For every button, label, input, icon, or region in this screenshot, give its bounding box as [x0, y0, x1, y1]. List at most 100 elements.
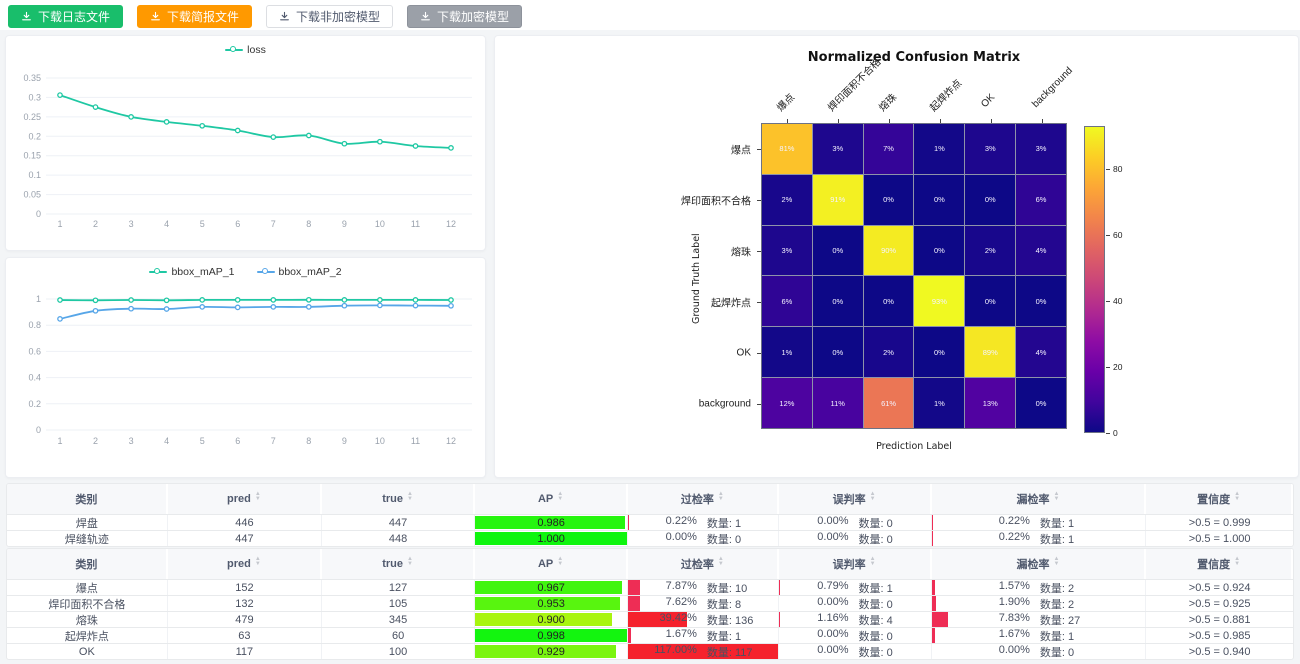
data-point[interactable] — [449, 304, 453, 308]
sort-caret-icon[interactable]: ▲▼ — [407, 494, 413, 504]
data-point[interactable] — [307, 133, 311, 137]
column-header-pred[interactable]: pred▲▼ — [168, 484, 322, 514]
data-point[interactable] — [58, 298, 62, 302]
sort-caret-icon[interactable]: ▲▼ — [557, 494, 563, 504]
column-header-pred[interactable]: pred▲▼ — [168, 549, 322, 579]
column-header-confidence[interactable]: 置信度▲▼ — [1146, 484, 1293, 514]
matrix-cell[interactable]: 81% — [762, 124, 812, 174]
matrix-cell[interactable]: 2% — [864, 327, 914, 377]
matrix-cell[interactable]: 0% — [914, 175, 964, 225]
column-header-overdetect[interactable]: 过检率▲▼ — [628, 484, 778, 514]
matrix-cell[interactable]: 6% — [1016, 175, 1066, 225]
sort-caret-icon[interactable]: ▲▼ — [407, 559, 413, 569]
matrix-cell[interactable]: 7% — [864, 124, 914, 174]
matrix-cell[interactable]: 3% — [965, 124, 1015, 174]
matrix-cell[interactable]: 0% — [914, 226, 964, 276]
sort-caret-icon[interactable]: ▲▼ — [718, 559, 724, 569]
matrix-cell[interactable]: 13% — [965, 378, 1015, 428]
column-header-overdetect[interactable]: 过检率▲▼ — [628, 549, 778, 579]
matrix-cell[interactable]: 4% — [1016, 226, 1066, 276]
matrix-cell[interactable]: 1% — [914, 124, 964, 174]
column-header-true[interactable]: true▲▼ — [322, 549, 475, 579]
data-point[interactable] — [449, 298, 453, 302]
sort-caret-icon[interactable]: ▲▼ — [1234, 559, 1240, 569]
matrix-cell[interactable]: 0% — [813, 226, 863, 276]
map-chart[interactable]: 00.20.40.60.81123456789101112 — [6, 258, 487, 480]
matrix-cell[interactable]: 0% — [813, 276, 863, 326]
matrix-cell[interactable]: 3% — [1016, 124, 1066, 174]
data-point[interactable] — [449, 146, 453, 150]
data-point[interactable] — [200, 124, 204, 128]
data-point[interactable] — [307, 298, 311, 302]
matrix-cell[interactable]: 2% — [762, 175, 812, 225]
sort-caret-icon[interactable]: ▲▼ — [1234, 494, 1240, 504]
column-header-ap[interactable]: AP▲▼ — [475, 549, 628, 579]
data-point[interactable] — [413, 303, 417, 307]
data-point[interactable] — [200, 305, 204, 309]
data-point[interactable] — [413, 144, 417, 148]
data-point[interactable] — [378, 140, 382, 144]
matrix-cell[interactable]: 0% — [864, 276, 914, 326]
matrix-cell[interactable]: 0% — [864, 175, 914, 225]
matrix-cell[interactable]: 89% — [965, 327, 1015, 377]
data-point[interactable] — [271, 298, 275, 302]
column-header-ap[interactable]: AP▲▼ — [475, 484, 628, 514]
data-point[interactable] — [58, 317, 62, 321]
matrix-cell[interactable]: 12% — [762, 378, 812, 428]
data-point[interactable] — [342, 304, 346, 308]
column-header-confidence[interactable]: 置信度▲▼ — [1146, 549, 1293, 579]
matrix-cell[interactable]: 0% — [965, 175, 1015, 225]
matrix-cell[interactable]: 3% — [762, 226, 812, 276]
data-point[interactable] — [236, 128, 240, 132]
sort-caret-icon[interactable]: ▲▼ — [255, 494, 261, 504]
sort-caret-icon[interactable]: ▲▼ — [1054, 559, 1060, 569]
data-point[interactable] — [164, 120, 168, 124]
matrix-cell[interactable]: 3% — [813, 124, 863, 174]
column-header-true[interactable]: true▲▼ — [322, 484, 475, 514]
sort-caret-icon[interactable]: ▲▼ — [718, 494, 724, 504]
data-point[interactable] — [200, 298, 204, 302]
data-point[interactable] — [342, 298, 346, 302]
sort-caret-icon[interactable]: ▲▼ — [870, 559, 876, 569]
matrix-cell[interactable]: 0% — [914, 327, 964, 377]
matrix-cell[interactable]: 11% — [813, 378, 863, 428]
matrix-cell[interactable]: 0% — [1016, 276, 1066, 326]
matrix-cell[interactable]: 61% — [864, 378, 914, 428]
matrix-cell[interactable]: 1% — [914, 378, 964, 428]
data-point[interactable] — [307, 305, 311, 309]
data-point[interactable] — [129, 298, 133, 302]
data-point[interactable] — [236, 298, 240, 302]
data-point[interactable] — [413, 298, 417, 302]
column-header-miss[interactable]: 漏检率▲▼ — [932, 484, 1147, 514]
data-point[interactable] — [93, 105, 97, 109]
column-header-miss[interactable]: 漏检率▲▼ — [932, 549, 1147, 579]
column-header-misjudge[interactable]: 误判率▲▼ — [779, 484, 932, 514]
sort-caret-icon[interactable]: ▲▼ — [255, 559, 261, 569]
matrix-cell[interactable]: 0% — [813, 327, 863, 377]
data-point[interactable] — [164, 298, 168, 302]
data-point[interactable] — [93, 309, 97, 313]
data-point[interactable] — [236, 305, 240, 309]
sort-caret-icon[interactable]: ▲▼ — [870, 494, 876, 504]
loss-chart[interactable]: 00.050.10.150.20.250.30.3512345678910111… — [6, 36, 487, 252]
matrix-cell[interactable]: 6% — [762, 276, 812, 326]
data-point[interactable] — [164, 307, 168, 311]
matrix-cell[interactable]: 4% — [1016, 327, 1066, 377]
data-point[interactable] — [378, 303, 382, 307]
data-point[interactable] — [271, 305, 275, 309]
download-button-4[interactable]: 下载加密模型 — [407, 5, 522, 28]
download-button-3[interactable]: 下载非加密模型 — [266, 5, 393, 28]
download-button-2[interactable]: 下载简报文件 — [137, 5, 252, 28]
sort-caret-icon[interactable]: ▲▼ — [1054, 494, 1060, 504]
data-point[interactable] — [58, 93, 62, 97]
download-button-1[interactable]: 下载日志文件 — [8, 5, 123, 28]
matrix-cell[interactable]: 2% — [965, 226, 1015, 276]
data-point[interactable] — [129, 115, 133, 119]
sort-caret-icon[interactable]: ▲▼ — [557, 559, 563, 569]
data-point[interactable] — [271, 135, 275, 139]
matrix-cell[interactable]: 93% — [914, 276, 964, 326]
data-point[interactable] — [378, 298, 382, 302]
data-point[interactable] — [342, 142, 346, 146]
data-point[interactable] — [129, 307, 133, 311]
matrix-cell[interactable]: 1% — [762, 327, 812, 377]
